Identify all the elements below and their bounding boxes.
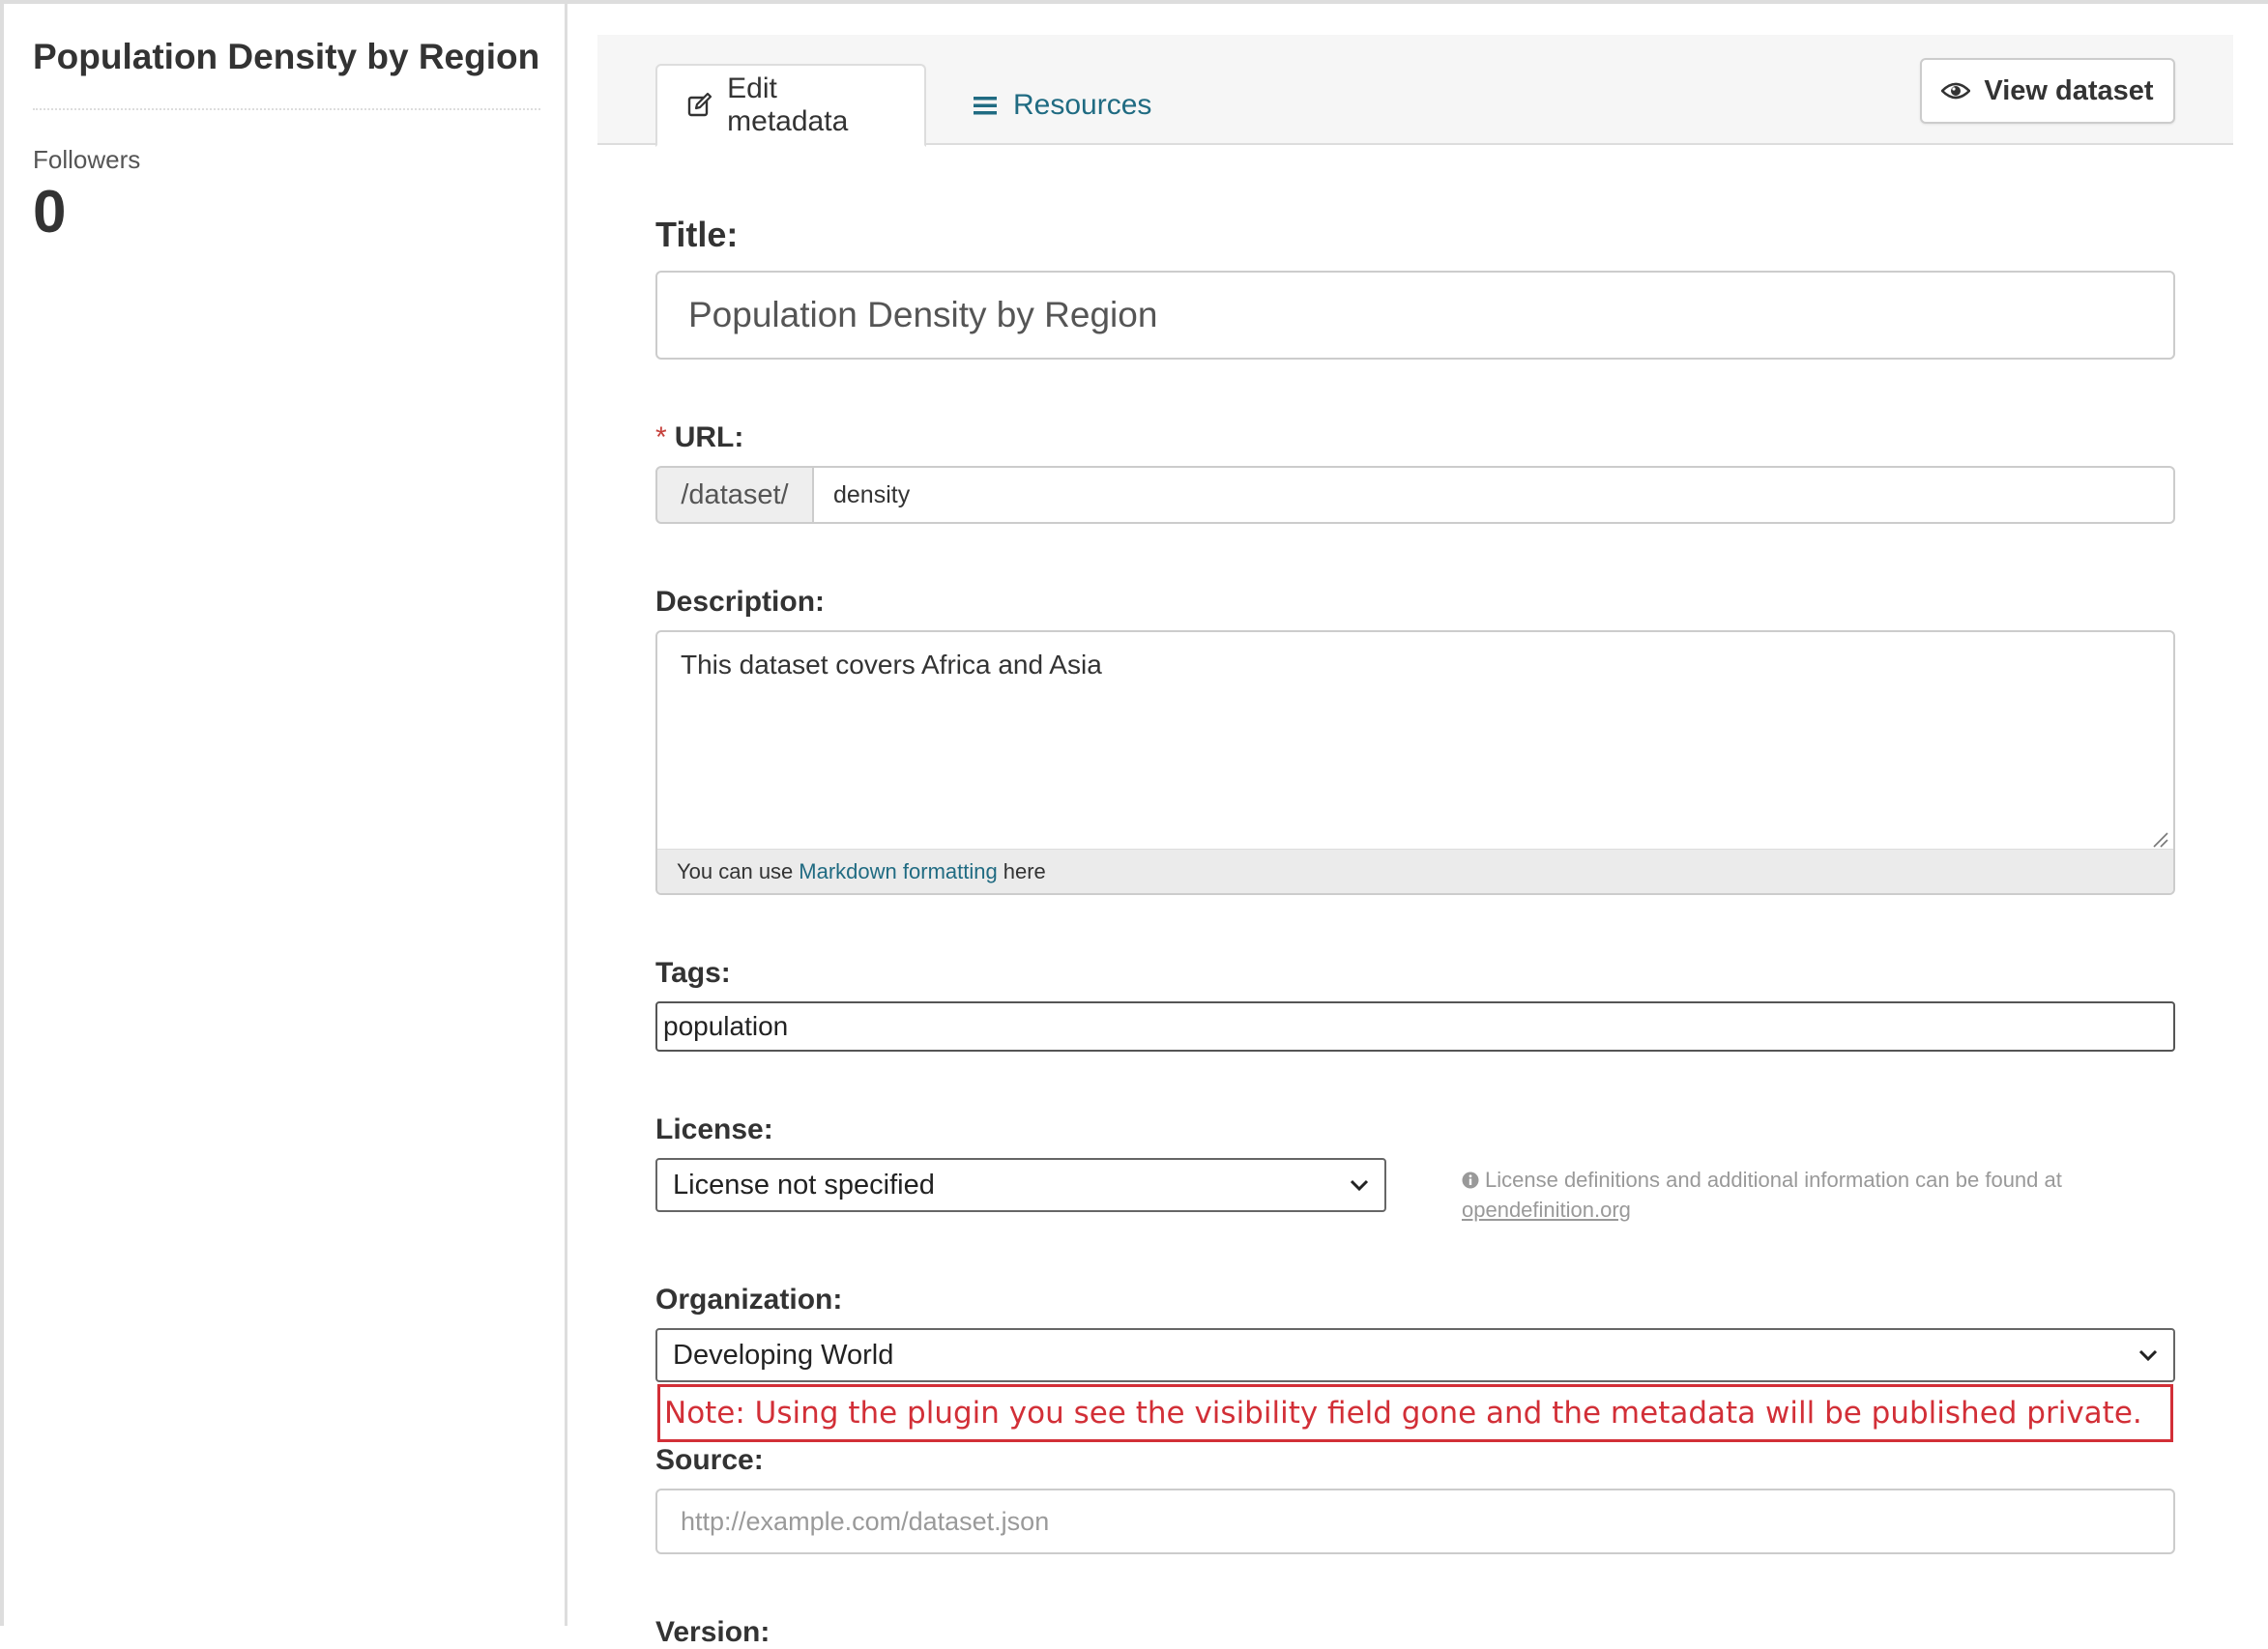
tab-resources-label: Resources: [1013, 89, 1152, 121]
license-selected-value: License not specified: [673, 1169, 935, 1201]
url-input[interactable]: density: [814, 466, 2175, 524]
followers-label: Followers: [33, 145, 141, 174]
edit-icon: [686, 91, 713, 120]
chevron-down-icon: [1350, 1178, 1369, 1192]
organization-selected-value: Developing World: [673, 1339, 894, 1371]
license-select[interactable]: License not specified: [655, 1158, 1386, 1212]
resize-handle-icon[interactable]: [2152, 831, 2169, 849]
dataset-title: Population Density by Region: [33, 37, 540, 76]
markdown-formatting-link[interactable]: Markdown formatting: [799, 859, 997, 884]
tab-bar: Edit metadata Resources View dataset: [597, 35, 2233, 147]
license-help-text: License definitions and additional infor…: [1462, 1166, 2158, 1224]
markdown-hint-suffix: here: [1003, 858, 1046, 883]
description-text: This dataset covers Africa and Asia: [681, 650, 1102, 680]
license-label: License:: [655, 1114, 773, 1145]
eye-icon: [1941, 81, 1971, 101]
tab-resources[interactable]: Resources: [942, 64, 1180, 147]
main-content: Edit metadata Resources View dataset Tit…: [597, 35, 2233, 1648]
list-icon: [971, 91, 1000, 120]
info-icon: [1462, 1168, 1479, 1196]
url-label: URL:: [674, 421, 744, 453]
url-label-row: * URL:: [655, 421, 743, 454]
sidebar-divider: [33, 108, 540, 110]
url-prefix: /dataset/: [655, 466, 814, 524]
followers-count: 0: [33, 179, 67, 246]
source-label: Source:: [655, 1444, 764, 1476]
description-textarea[interactable]: This dataset covers Africa and Asia You …: [655, 630, 2175, 895]
markdown-hint: You can use Markdown formatting here: [657, 849, 2173, 893]
tab-edit-metadata[interactable]: Edit metadata: [655, 64, 926, 147]
source-input[interactable]: http://example.com/dataset.json: [655, 1489, 2175, 1554]
organization-label: Organization:: [655, 1284, 843, 1316]
license-help-label: License definitions and additional infor…: [1485, 1168, 2062, 1192]
markdown-hint-prefix: You can use: [677, 858, 794, 883]
chevron-down-icon: [2138, 1348, 2158, 1362]
view-dataset-label: View dataset: [1984, 74, 2154, 106]
organization-select[interactable]: Developing World: [655, 1328, 2175, 1382]
required-marker: *: [655, 421, 667, 453]
sidebar: Population Density by Region Followers 0: [4, 4, 567, 1626]
tags-input[interactable]: population: [655, 1001, 2175, 1052]
tab-edit-metadata-label: Edit metadata: [727, 72, 849, 137]
tags-label: Tags:: [655, 957, 731, 989]
title-label: Title:: [655, 215, 739, 254]
version-label: Version:: [655, 1616, 771, 1648]
view-dataset-button[interactable]: View dataset: [1920, 58, 2175, 124]
description-label: Description:: [655, 586, 826, 618]
title-input[interactable]: Population Density by Region: [655, 271, 2175, 360]
opendefinition-link[interactable]: opendefinition.org: [1462, 1198, 1631, 1222]
visibility-note: Note: Using the plugin you see the visib…: [657, 1384, 2173, 1442]
url-input-group: /dataset/ density: [655, 466, 2175, 524]
